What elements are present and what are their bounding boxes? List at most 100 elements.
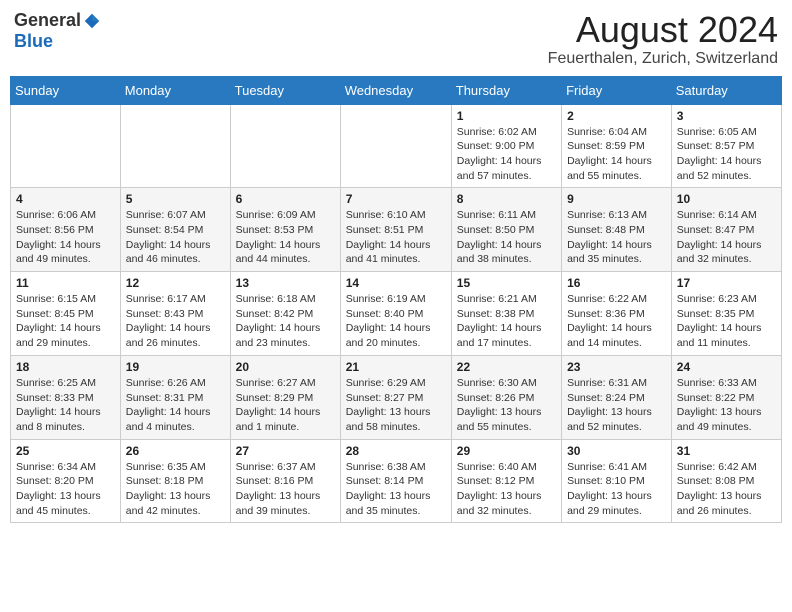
day-info: Sunrise: 6:30 AM Sunset: 8:26 PM Dayligh… <box>457 376 556 435</box>
day-info: Sunrise: 6:21 AM Sunset: 8:38 PM Dayligh… <box>457 292 556 351</box>
calendar-cell: 16 Sunrise: 6:22 AM Sunset: 8:36 PM Dayli… <box>562 272 672 356</box>
day-number: 5 <box>126 192 225 206</box>
day-number: 13 <box>236 276 335 290</box>
day-number: 4 <box>16 192 115 206</box>
calendar-cell: 12Sunrise: 6:17 AM Sunset: 8:43 PM Dayli… <box>120 272 230 356</box>
calendar-cell: 24Sunrise: 6:33 AM Sunset: 8:22 PM Dayli… <box>671 355 781 439</box>
calendar-table: SundayMondayTuesdayWednesdayThursdayFrid… <box>10 76 782 524</box>
calendar-cell: 30 Sunrise: 6:41 AM Sunset: 8:10 PM Dayli… <box>562 439 672 523</box>
calendar-week-row: 25 Sunrise: 6:34 AM Sunset: 8:20 PM Dayli… <box>11 439 782 523</box>
logo-icon <box>83 12 101 30</box>
day-info: Sunrise: 6:40 AM Sunset: 8:12 PM Dayligh… <box>457 460 556 519</box>
calendar-cell: 11 Sunrise: 6:15 AM Sunset: 8:45 PM Dayli… <box>11 272 121 356</box>
calendar-cell <box>230 104 340 188</box>
day-info: Sunrise: 6:04 AM Sunset: 8:59 PM Dayligh… <box>567 125 666 184</box>
calendar-cell <box>11 104 121 188</box>
weekday-header-monday: Monday <box>120 76 230 104</box>
calendar-cell: 19 Sunrise: 6:26 AM Sunset: 8:31 PM Dayli… <box>120 355 230 439</box>
day-info: Sunrise: 6:14 AM Sunset: 8:47 PM Dayligh… <box>677 208 776 267</box>
day-info: Sunrise: 6:05 AM Sunset: 8:57 PM Dayligh… <box>677 125 776 184</box>
day-number: 21 <box>346 360 446 374</box>
day-info: Sunrise: 6:02 AM Sunset: 9:00 PM Dayligh… <box>457 125 556 184</box>
calendar-cell: 20 Sunrise: 6:27 AM Sunset: 8:29 PM Dayli… <box>230 355 340 439</box>
day-info: Sunrise: 6:34 AM Sunset: 8:20 PM Dayligh… <box>16 460 115 519</box>
calendar-cell: 28 Sunrise: 6:38 AM Sunset: 8:14 PM Dayli… <box>340 439 451 523</box>
calendar-cell: 2 Sunrise: 6:04 AM Sunset: 8:59 PM Daylig… <box>562 104 672 188</box>
calendar-cell: 13 Sunrise: 6:18 AM Sunset: 8:42 PM Dayli… <box>230 272 340 356</box>
calendar-cell: 27Sunrise: 6:37 AM Sunset: 8:16 PM Dayli… <box>230 439 340 523</box>
calendar-cell: 31 Sunrise: 6:42 AM Sunset: 8:08 PM Dayli… <box>671 439 781 523</box>
day-number: 28 <box>346 444 446 458</box>
calendar-cell: 17Sunrise: 6:23 AM Sunset: 8:35 PM Dayli… <box>671 272 781 356</box>
day-info: Sunrise: 6:18 AM Sunset: 8:42 PM Dayligh… <box>236 292 335 351</box>
day-number: 30 <box>567 444 666 458</box>
day-info: Sunrise: 6:19 AM Sunset: 8:40 PM Dayligh… <box>346 292 446 351</box>
day-number: 20 <box>236 360 335 374</box>
day-number: 6 <box>236 192 335 206</box>
day-info: Sunrise: 6:22 AM Sunset: 8:36 PM Dayligh… <box>567 292 666 351</box>
calendar-cell: 3 Sunrise: 6:05 AM Sunset: 8:57 PM Daylig… <box>671 104 781 188</box>
day-info: Sunrise: 6:17 AM Sunset: 8:43 PM Dayligh… <box>126 292 225 351</box>
calendar-cell: 23Sunrise: 6:31 AM Sunset: 8:24 PM Dayli… <box>562 355 672 439</box>
day-number: 24 <box>677 360 776 374</box>
calendar-week-row: 11 Sunrise: 6:15 AM Sunset: 8:45 PM Dayli… <box>11 272 782 356</box>
title-area: August 2024 Feuerthalen, Zurich, Switzer… <box>548 10 778 68</box>
day-number: 29 <box>457 444 556 458</box>
calendar-week-row: 18Sunrise: 6:25 AM Sunset: 8:33 PM Dayli… <box>11 355 782 439</box>
location-subtitle: Feuerthalen, Zurich, Switzerland <box>548 50 778 68</box>
calendar-week-row: 4 Sunrise: 6:06 AM Sunset: 8:56 PM Daylig… <box>11 188 782 272</box>
day-number: 10 <box>677 192 776 206</box>
calendar-cell: 18Sunrise: 6:25 AM Sunset: 8:33 PM Dayli… <box>11 355 121 439</box>
calendar-week-row: 1 Sunrise: 6:02 AM Sunset: 9:00 PM Daylig… <box>11 104 782 188</box>
logo-general-text: General <box>14 10 81 31</box>
day-info: Sunrise: 6:10 AM Sunset: 8:51 PM Dayligh… <box>346 208 446 267</box>
day-info: Sunrise: 6:37 AM Sunset: 8:16 PM Dayligh… <box>236 460 335 519</box>
day-info: Sunrise: 6:06 AM Sunset: 8:56 PM Dayligh… <box>16 208 115 267</box>
weekday-header-row: SundayMondayTuesdayWednesdayThursdayFrid… <box>11 76 782 104</box>
day-number: 9 <box>567 192 666 206</box>
calendar-cell: 6 Sunrise: 6:09 AM Sunset: 8:53 PM Daylig… <box>230 188 340 272</box>
day-number: 15 <box>457 276 556 290</box>
day-info: Sunrise: 6:26 AM Sunset: 8:31 PM Dayligh… <box>126 376 225 435</box>
weekday-header-wednesday: Wednesday <box>340 76 451 104</box>
month-year-title: August 2024 <box>548 10 778 50</box>
day-number: 2 <box>567 109 666 123</box>
calendar-cell: 10 Sunrise: 6:14 AM Sunset: 8:47 PM Dayli… <box>671 188 781 272</box>
day-number: 16 <box>567 276 666 290</box>
calendar-cell: 15 Sunrise: 6:21 AM Sunset: 8:38 PM Dayli… <box>451 272 561 356</box>
day-info: Sunrise: 6:35 AM Sunset: 8:18 PM Dayligh… <box>126 460 225 519</box>
day-number: 18 <box>16 360 115 374</box>
day-number: 17 <box>677 276 776 290</box>
header: General Blue August 2024 Feuerthalen, Zu… <box>10 10 782 68</box>
day-info: Sunrise: 6:27 AM Sunset: 8:29 PM Dayligh… <box>236 376 335 435</box>
weekday-header-friday: Friday <box>562 76 672 104</box>
calendar-cell: 9Sunrise: 6:13 AM Sunset: 8:48 PM Daylig… <box>562 188 672 272</box>
calendar-cell: 25 Sunrise: 6:34 AM Sunset: 8:20 PM Dayli… <box>11 439 121 523</box>
day-info: Sunrise: 6:29 AM Sunset: 8:27 PM Dayligh… <box>346 376 446 435</box>
day-number: 26 <box>126 444 225 458</box>
day-number: 3 <box>677 109 776 123</box>
day-info: Sunrise: 6:41 AM Sunset: 8:10 PM Dayligh… <box>567 460 666 519</box>
day-number: 19 <box>126 360 225 374</box>
calendar-cell: 14Sunrise: 6:19 AM Sunset: 8:40 PM Dayli… <box>340 272 451 356</box>
calendar-cell: 4 Sunrise: 6:06 AM Sunset: 8:56 PM Daylig… <box>11 188 121 272</box>
day-number: 7 <box>346 192 446 206</box>
day-number: 8 <box>457 192 556 206</box>
weekday-header-sunday: Sunday <box>11 76 121 104</box>
day-info: Sunrise: 6:15 AM Sunset: 8:45 PM Dayligh… <box>16 292 115 351</box>
calendar-cell <box>120 104 230 188</box>
day-number: 25 <box>16 444 115 458</box>
day-info: Sunrise: 6:09 AM Sunset: 8:53 PM Dayligh… <box>236 208 335 267</box>
day-info: Sunrise: 6:07 AM Sunset: 8:54 PM Dayligh… <box>126 208 225 267</box>
day-number: 31 <box>677 444 776 458</box>
day-number: 1 <box>457 109 556 123</box>
day-info: Sunrise: 6:42 AM Sunset: 8:08 PM Dayligh… <box>677 460 776 519</box>
day-number: 22 <box>457 360 556 374</box>
calendar-cell: 21 Sunrise: 6:29 AM Sunset: 8:27 PM Dayli… <box>340 355 451 439</box>
day-number: 11 <box>16 276 115 290</box>
day-number: 23 <box>567 360 666 374</box>
logo-blue-text: Blue <box>14 31 53 52</box>
day-info: Sunrise: 6:38 AM Sunset: 8:14 PM Dayligh… <box>346 460 446 519</box>
calendar-cell: 22 Sunrise: 6:30 AM Sunset: 8:26 PM Dayli… <box>451 355 561 439</box>
calendar-cell: 7 Sunrise: 6:10 AM Sunset: 8:51 PM Daylig… <box>340 188 451 272</box>
